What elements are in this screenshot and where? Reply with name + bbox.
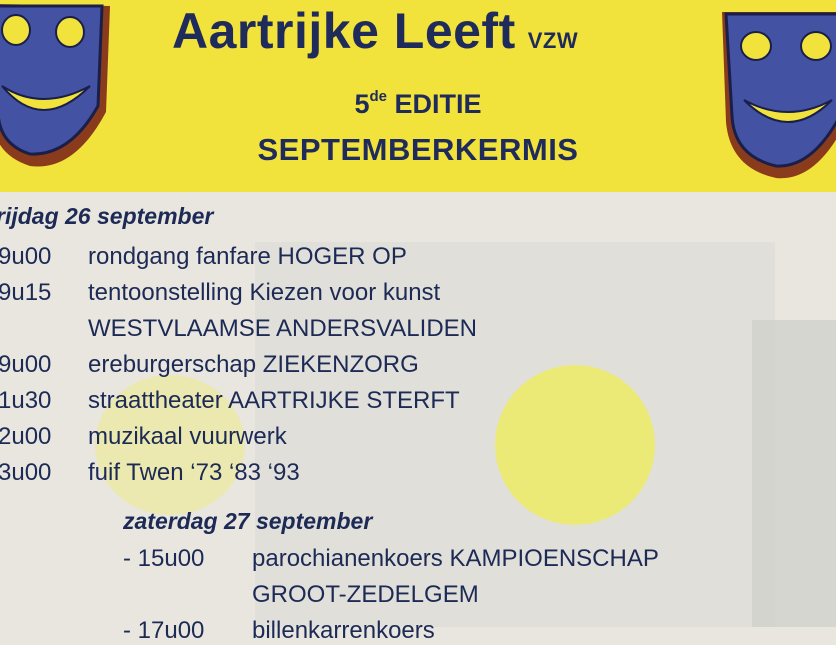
edition-word: EDITIE	[394, 89, 482, 119]
background-panel	[752, 320, 836, 627]
event-description: muzikaal vuurwerk	[88, 423, 287, 450]
event-time: 3u00	[0, 459, 52, 486]
event-description: WESTVLAAMSE ANDERSVALIDEN	[88, 315, 477, 342]
title-text: Aartrijke Leeft	[172, 3, 516, 59]
event-time: 9u15	[0, 279, 52, 306]
event-time: 2u00	[0, 423, 52, 450]
edition-line: 5de EDITIE	[0, 88, 836, 120]
event-time: 9u00	[0, 351, 52, 378]
background-sun-circle	[495, 365, 655, 525]
event-description: GROOT-ZEDELGEM	[252, 581, 479, 608]
vzw-label: VZW	[527, 28, 579, 53]
event-subtitle: SEPTEMBERKERMIS	[257, 132, 579, 167]
edition-number: 5	[354, 89, 370, 119]
day-heading-friday: rijdag 26 september	[0, 203, 214, 229]
event-description: straattheater AARTRIJKE STERFT	[88, 387, 460, 414]
event-description: billenkarrenkoers	[252, 617, 435, 644]
page-title: Aartrijke Leeft VZW	[172, 2, 578, 60]
event-description: tentoonstelling Kiezen voor kunst	[88, 279, 441, 306]
event-description: rondgang fanfare HOGER OP	[88, 243, 407, 270]
event-time: 1u30	[0, 387, 52, 414]
edition-superscript: de	[369, 88, 387, 105]
event-description: fuif Twen ‘73 ‘83 ‘93	[88, 459, 300, 486]
day-heading-saturday: zaterdag 27 september	[123, 508, 373, 534]
event-time: 9u00	[0, 243, 52, 270]
event-description: parochianenkoers KAMPIOENSCHAP	[252, 545, 659, 572]
event-description: ereburgerschap ZIEKENZORG	[88, 351, 419, 378]
event-time: - 17u00	[123, 617, 205, 644]
event-time: - 15u00	[123, 545, 205, 572]
